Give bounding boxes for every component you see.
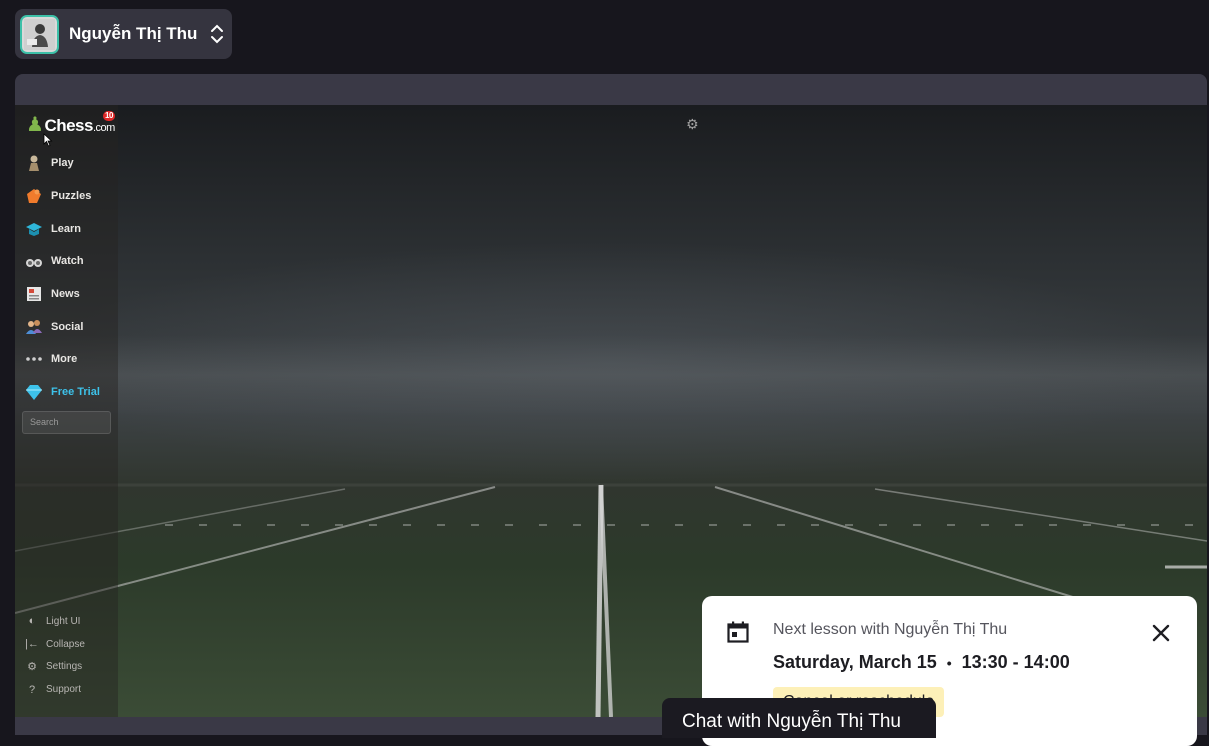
nav-item-more[interactable]: More — [24, 343, 100, 376]
nav-label: Learn — [51, 222, 81, 235]
separator-dot: • — [946, 654, 952, 671]
puzzle-icon — [24, 187, 44, 205]
profile-switcher[interactable]: Nguyễn Thị Thu — [15, 9, 232, 59]
nav-label: Social — [51, 320, 84, 333]
footer-label: Settings — [46, 661, 83, 673]
footer-item-light-ui[interactable]: ◐ Light UI — [25, 610, 85, 633]
nav-item-free-trial[interactable]: Free Trial — [24, 376, 100, 409]
pawn-hand-icon — [24, 154, 44, 172]
nav-item-learn[interactable]: Learn — [24, 212, 100, 245]
lesson-datetime: Saturday, March 15 • 13:30 - 14:00 — [773, 652, 1070, 673]
chess-sidebar-footer: ◐ Light UI |← Collapse ⚙ Settings ? Supp… — [25, 610, 85, 701]
footer-item-collapse[interactable]: |← Collapse — [25, 633, 85, 656]
close-icon[interactable] — [1152, 624, 1170, 642]
question-icon: ? — [28, 683, 36, 696]
calendar-icon — [727, 621, 749, 643]
chevron-updown-icon[interactable] — [209, 21, 225, 47]
gear-icon: ⚙ — [27, 661, 37, 674]
nav-label: Free Trial — [51, 386, 100, 399]
lesson-date: Saturday, March 15 — [773, 652, 937, 672]
pawn-logo-icon: ♟ — [26, 114, 44, 136]
footer-label: Collapse — [46, 638, 85, 650]
nav-label: Puzzles — [51, 190, 92, 203]
profile-name: Nguyễn Thị Thu — [69, 24, 198, 43]
footer-label: Light UI — [46, 615, 81, 627]
nav-label: Play — [51, 157, 74, 170]
binoculars-icon — [24, 252, 44, 270]
people-icon — [24, 318, 44, 336]
footer-item-settings[interactable]: ⚙ Settings — [25, 656, 85, 679]
half-circle-icon: ◐ — [28, 615, 36, 628]
lesson-label: Next lesson with Nguyễn Thị Thu — [773, 621, 1008, 638]
nav-label: More — [51, 353, 78, 366]
nav-label: Watch — [51, 255, 84, 268]
chess-sidebar: ♟ Chess .com 10 Play Puzzles Learn Watch… — [15, 105, 118, 717]
footer-item-support[interactable]: ? Support — [25, 678, 85, 701]
settings-gear-icon[interactable]: ⚙ — [686, 116, 699, 133]
notification-badge: 10 — [103, 111, 115, 121]
mouse-cursor-icon — [43, 133, 53, 147]
logo-domain: .com — [92, 122, 115, 134]
newspaper-icon — [24, 285, 44, 303]
ellipsis-icon — [24, 350, 44, 368]
nav-item-play[interactable]: Play — [24, 147, 100, 180]
nav-item-news[interactable]: News — [24, 278, 100, 311]
diamond-icon — [24, 383, 44, 401]
footer-label: Support — [46, 684, 82, 696]
chess-search-input[interactable]: Search — [22, 411, 111, 434]
chess-nav: Play Puzzles Learn Watch News Social Mor… — [24, 147, 100, 409]
graduation-cap-icon — [24, 220, 44, 238]
nav-item-watch[interactable]: Watch — [24, 245, 100, 278]
avatar — [20, 14, 59, 54]
chat-button[interactable]: Chat with Nguyễn Thị Thu — [662, 698, 936, 738]
nav-item-puzzles[interactable]: Puzzles — [24, 180, 100, 213]
avatar-photo-icon — [24, 18, 55, 50]
collapse-arrow-icon: |← — [25, 638, 39, 651]
nav-item-social[interactable]: Social — [24, 310, 100, 343]
lesson-time: 13:30 - 14:00 — [961, 652, 1070, 672]
chess-logo[interactable]: ♟ Chess .com 10 — [26, 111, 115, 137]
nav-label: News — [51, 288, 80, 301]
